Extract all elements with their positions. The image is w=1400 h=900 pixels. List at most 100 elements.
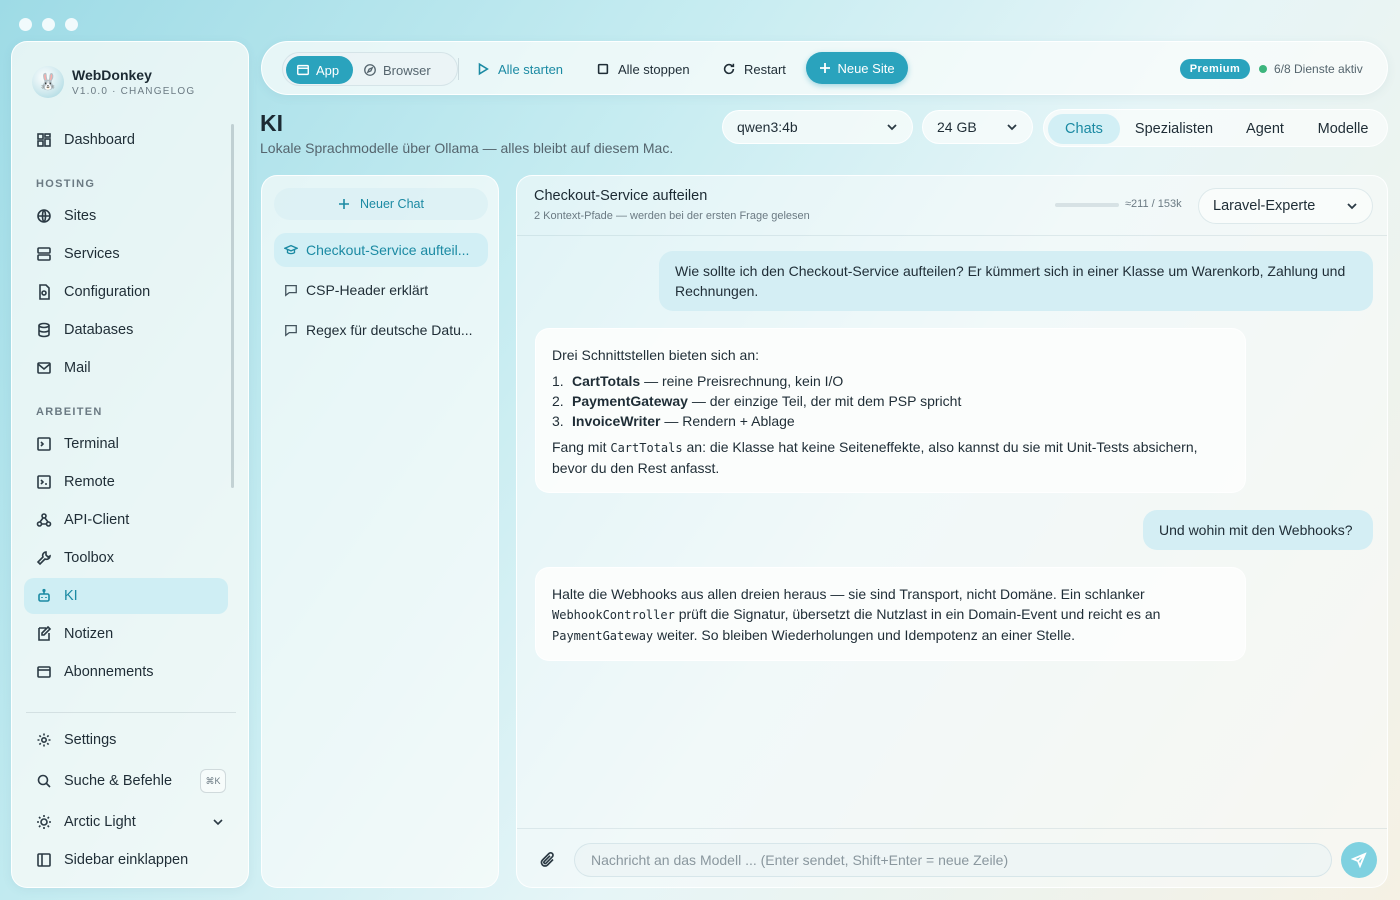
app-window: 🐰 WebDonkey V1.0.0 · CHANGELOG Dashboard… — [0, 0, 1400, 900]
database-icon — [38, 322, 50, 338]
theme-label: Arctic Light — [64, 814, 136, 830]
sidebar-item-terminal[interactable]: Terminal — [24, 426, 228, 462]
sidebar-item-dashboard[interactable]: Dashboard — [24, 122, 228, 158]
sidebar-item-configuration[interactable]: Configuration — [24, 274, 228, 310]
message-input[interactable] — [574, 843, 1332, 877]
tab-spezialisten[interactable]: Spezialisten — [1124, 114, 1224, 144]
sidebar-item-abonnements[interactable]: Abonnements — [24, 654, 228, 690]
chat-list-panel: Neuer Chat Checkout-Service aufteil... C… — [261, 175, 499, 888]
sidebar-item-label: Abonnements — [64, 664, 154, 680]
restart-icon — [723, 63, 735, 75]
conversation-panel: Checkout-Service aufteilen 2 Kontext-Pfa… — [516, 175, 1388, 888]
mode-app-button[interactable]: App — [286, 56, 353, 84]
persona-select[interactable]: Laravel-Experte — [1198, 188, 1373, 224]
search-icon — [37, 774, 51, 788]
sidebar-item-label: Sidebar einklappen — [64, 852, 189, 868]
sidebar-item-mail[interactable]: Mail — [24, 350, 228, 386]
restart-label: Restart — [744, 61, 786, 77]
tab-modelle[interactable]: Modelle — [1306, 114, 1380, 144]
section-hosting-label: HOSTING — [36, 178, 96, 190]
model-select-value: qwen3:4b — [737, 119, 798, 135]
chevron-down-icon — [887, 124, 897, 131]
minimize-window-button[interactable] — [42, 18, 55, 31]
conversation-title: Checkout-Service aufteilen — [534, 188, 708, 204]
new-site-button[interactable]: Neue Site — [806, 52, 908, 84]
tab-agent[interactable]: Agent — [1230, 114, 1300, 144]
theme-select[interactable]: Arctic Light — [24, 804, 228, 840]
text-run: Halte die Webhooks aus allen dreien hera… — [552, 586, 1145, 602]
zoom-window-button[interactable] — [65, 18, 78, 31]
context-usage-bar — [1055, 203, 1119, 207]
sidebar-item-sites[interactable]: Sites — [24, 198, 228, 234]
sidebar-item-search[interactable]: Suche & Befehle ⌘K — [24, 763, 228, 799]
sidebar-item-label: Mail — [64, 360, 91, 376]
globe-icon — [37, 209, 51, 223]
text-run: prüft die Signatur, übersetzt die Nutzla… — [674, 606, 1161, 622]
list-item-name: PaymentGateway — [572, 393, 688, 409]
list-item-desc: — der einzige Teil, der mit dem PSP spri… — [687, 393, 962, 409]
robot-icon — [38, 588, 50, 602]
new-chat-button[interactable]: Neuer Chat — [274, 188, 488, 220]
toolbar-divider — [458, 58, 459, 80]
start-all-button[interactable]: Alle starten — [476, 52, 563, 86]
graduation-cap-icon — [284, 244, 298, 255]
new-site-label: Neue Site — [837, 60, 895, 76]
wrench-icon — [36, 551, 51, 566]
sidebar-collapse-icon — [37, 853, 51, 867]
message-text: Halte die Webhooks aus allen dreien hera… — [552, 584, 1229, 646]
list-number: 2. — [552, 393, 564, 409]
message-text: Drei Schnittstellen bieten sich an: — [552, 347, 759, 363]
notes-icon — [38, 626, 52, 641]
chat-bubble-icon — [285, 324, 297, 337]
paperclip-icon — [540, 852, 554, 867]
inline-code: WebhookController — [552, 608, 675, 622]
mode-app-label: App — [316, 62, 340, 78]
list-item: 2. PaymentGateway — der einzige Teil, der… — [552, 391, 1229, 411]
assistant-message: Halte die Webhooks aus allen dreien hera… — [535, 567, 1246, 661]
conversation-context-note: 2 Kontext-Pfade — werden bei der ersten … — [534, 210, 810, 222]
context-usage-text: ≈211 / 153k — [1125, 198, 1182, 210]
page-title: KI — [260, 110, 283, 136]
play-icon — [478, 62, 489, 76]
list-item-name: InvoiceWriter — [572, 413, 661, 429]
app-logo: 🐰 — [32, 66, 64, 98]
chat-title: CSP-Header erklärt — [306, 282, 429, 298]
send-button[interactable] — [1341, 842, 1377, 878]
model-select[interactable]: qwen3:4b — [722, 110, 913, 144]
brand[interactable]: 🐰 WebDonkey V1.0.0 · CHANGELOG — [32, 66, 195, 98]
credit-card-icon — [37, 666, 51, 678]
sidebar-collapse-button[interactable]: Sidebar einklappen — [24, 842, 228, 878]
list-number: 3. — [552, 413, 564, 429]
restart-button[interactable]: Restart — [722, 52, 786, 86]
services-status: 6/8 Dienste aktiv — [1274, 62, 1363, 76]
stop-all-button[interactable]: Alle stoppen — [596, 52, 690, 86]
assistant-message: Drei Schnittstellen bieten sich an: 1. Ca… — [535, 328, 1246, 493]
chat-list-item[interactable]: CSP-Header erklärt — [274, 273, 488, 307]
sidebar-scrollbar[interactable] — [231, 124, 234, 488]
persona-select-value: Laravel-Experte — [1213, 198, 1316, 214]
server-icon — [37, 247, 51, 261]
memory-select[interactable]: 24 GB — [922, 110, 1033, 144]
sidebar-item-notizen[interactable]: Notizen — [24, 616, 228, 652]
logo-glyph: 🐰 — [38, 74, 58, 91]
sidebar-item-databases[interactable]: Databases — [24, 312, 228, 348]
sidebar-item-remote[interactable]: Remote — [24, 464, 228, 500]
chat-list-item[interactable]: Regex für deutsche Datu... — [274, 313, 488, 347]
sidebar-item-ki[interactable]: KI — [24, 578, 228, 614]
conversation-header: Checkout-Service aufteilen 2 Kontext-Pfa… — [517, 176, 1387, 236]
version-changelog-link[interactable]: V1.0.0 · CHANGELOG — [72, 86, 195, 97]
attach-button[interactable] — [539, 851, 557, 869]
list-item: 3. InvoiceWriter — Rendern + Ablage — [552, 411, 1229, 431]
sidebar-item-toolbox[interactable]: Toolbox — [24, 540, 228, 576]
mode-browser-button[interactable]: Browser — [363, 56, 431, 84]
tab-chats[interactable]: Chats — [1048, 114, 1120, 144]
sidebar-item-api-client[interactable]: API-Client — [24, 502, 228, 538]
page-subtitle: Lokale Sprachmodelle über Ollama — alles… — [260, 140, 674, 156]
sidebar-item-settings[interactable]: Settings — [24, 722, 228, 758]
list-item-desc: — Rendern + Ablage — [660, 413, 795, 429]
premium-badge[interactable]: Premium — [1180, 59, 1250, 79]
close-window-button[interactable] — [19, 18, 32, 31]
chat-list-item[interactable]: Checkout-Service aufteil... — [274, 233, 488, 267]
sidebar-item-services[interactable]: Services — [24, 236, 228, 272]
inline-code: PaymentGateway — [552, 629, 654, 643]
